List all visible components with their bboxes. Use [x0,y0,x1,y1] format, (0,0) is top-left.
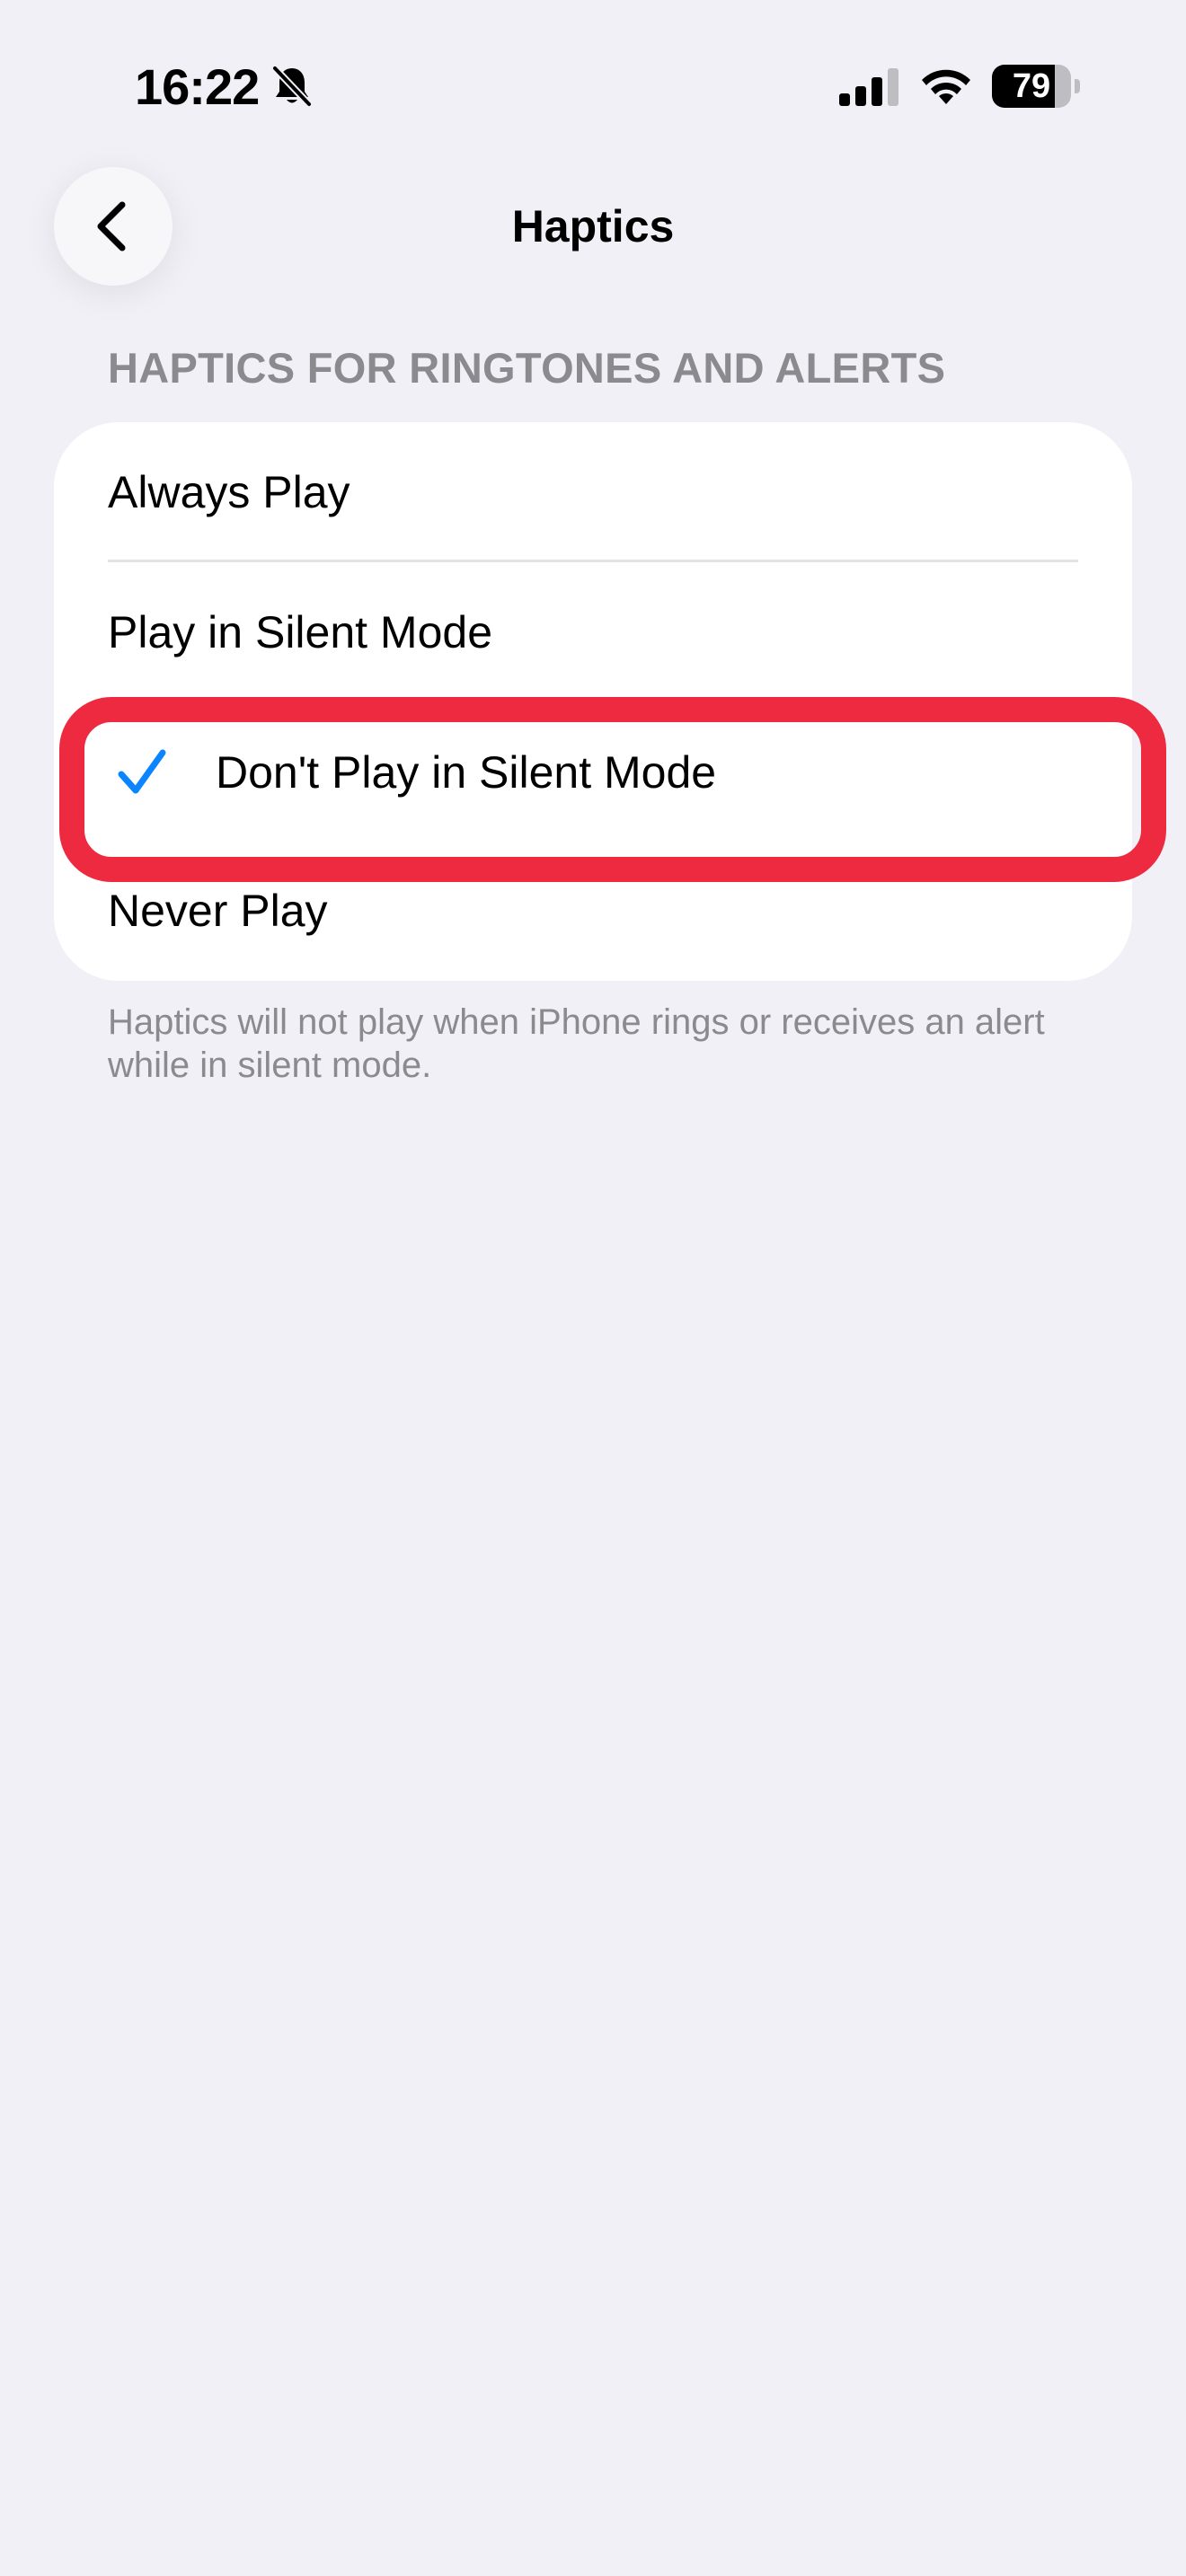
option-label: Always Play [108,467,350,517]
battery-body: 79 [992,65,1071,108]
status-time: 16:22 [135,58,260,115]
wifi-icon [922,69,970,104]
section-footer: Haptics will not play when iPhone rings … [108,1002,1045,1085]
section-header: HAPTICS FOR RINGTONES AND ALERTS [108,344,946,392]
option-play-in-silent-mode[interactable]: Play in Silent Mode [54,562,1132,702]
page-title: Haptics [511,201,675,251]
battery-cap [1075,79,1080,93]
battery-level: 79 [1012,67,1051,105]
option-label: Don't Play in Silent Mode [216,747,717,798]
option-always-play[interactable]: Always Play [54,422,1132,562]
bell-slash-icon [272,66,312,107]
battery-icon: 79 [992,65,1082,108]
option-label: Play in Silent Mode [108,607,493,657]
option-dont-play-in-silent-mode[interactable]: Don't Play in Silent Mode [54,702,1132,842]
option-never-play[interactable]: Never Play [54,841,1132,981]
status-bar: 16:22 79 [0,0,1186,171]
cellular-signal-icon [839,68,898,106]
option-label: Never Play [108,886,328,936]
checkmark-icon [118,749,166,794]
options-list: Always Play Play in Silent Mode Don't Pl… [54,422,1132,981]
